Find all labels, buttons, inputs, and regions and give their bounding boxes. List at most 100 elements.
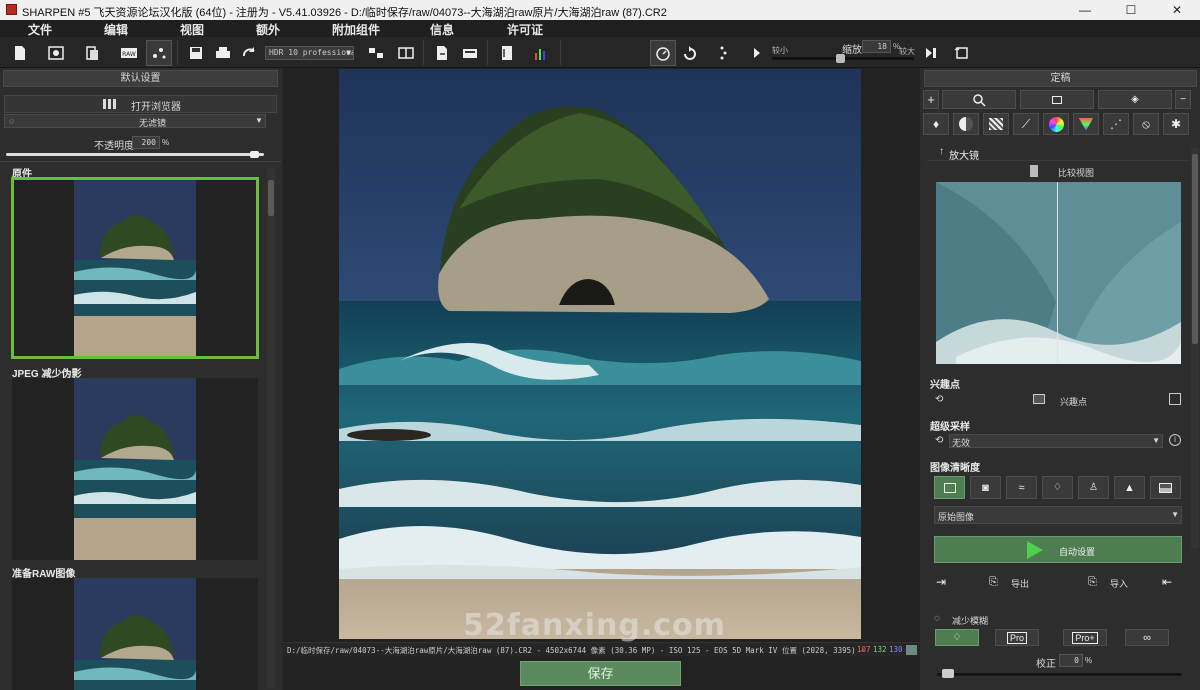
interest-point-toggle-button[interactable]	[1020, 90, 1094, 109]
settings-sparkle-icon[interactable]	[146, 40, 172, 66]
clarity-mode-standard-button[interactable]	[934, 476, 965, 499]
preset-original[interactable]	[11, 177, 259, 359]
no-entry-icon[interactable]: ⦸	[1133, 113, 1159, 135]
line-icon[interactable]: ⟋	[1013, 113, 1039, 135]
opacity-slider-thumb[interactable]	[250, 151, 259, 158]
menu-view[interactable]: 视图	[180, 21, 204, 38]
curve-icon[interactable]: ⋰	[1103, 113, 1129, 135]
gem-icon: ♢	[952, 632, 962, 643]
zoom-out-icon[interactable]	[746, 41, 770, 65]
diamond-toggle-button[interactable]: ◈	[1098, 90, 1172, 109]
auto-settings-button[interactable]: 自动设置	[934, 536, 1182, 563]
filter-select[interactable]: ○ 无滤镜 ▼	[4, 114, 266, 128]
filter-value: 无滤镜	[139, 118, 167, 128]
remove-icon[interactable]: −	[1175, 90, 1191, 109]
diamond-icon[interactable]: ♦	[923, 113, 949, 135]
zoom-slider-thumb[interactable]	[836, 54, 845, 63]
magnifier-preview[interactable]	[936, 182, 1181, 364]
document-icon	[943, 482, 956, 493]
export-button[interactable]: ⎘ 导出	[989, 576, 1029, 590]
redo-icon[interactable]	[678, 41, 702, 65]
magnifier-toggle-button[interactable]	[942, 90, 1016, 109]
blur-mode-proplus-button[interactable]: Pro+	[1063, 629, 1107, 646]
menu-info[interactable]: 信息	[430, 21, 454, 38]
opacity-slider-track[interactable]	[6, 153, 264, 156]
blur-icon: ◌	[934, 613, 940, 624]
blur-mode-standard-button[interactable]: ♢	[935, 629, 979, 646]
aperture-icon[interactable]: ✱	[1163, 113, 1189, 135]
print-icon[interactable]	[211, 41, 235, 65]
preset-prepare-raw[interactable]	[12, 578, 258, 690]
toolbar: RAW HDR 10 professional ▼ 较小 缩放 18 % 较大	[0, 37, 1200, 68]
svg-text:RAW: RAW	[122, 51, 136, 58]
split-view-icon[interactable]	[394, 41, 418, 65]
open-browser-icon[interactable]	[44, 41, 68, 65]
camera-icon[interactable]: ◙	[970, 476, 1001, 499]
menu-addons[interactable]: 附加组件	[332, 21, 380, 38]
import-right-icon[interactable]: ⇤	[1162, 575, 1172, 589]
blur-mode-pro-button[interactable]: Pro	[995, 629, 1039, 646]
zoom-value-field[interactable]: 18	[862, 40, 891, 53]
contrast-icon[interactable]	[953, 113, 979, 135]
rotate-frame-icon[interactable]	[950, 41, 974, 65]
save-button[interactable]: 保存	[520, 661, 681, 686]
raw-icon[interactable]: RAW	[117, 41, 141, 65]
interest-settings-icon[interactable]	[1169, 393, 1181, 405]
compare-layout-icon[interactable]	[364, 41, 388, 65]
batch-icon[interactable]	[458, 41, 482, 65]
magnifier-section-header[interactable]: ↑ 放大镜	[927, 145, 1190, 162]
speed-gauge-icon[interactable]	[650, 40, 676, 66]
menu-file[interactable]: 文件	[28, 21, 52, 38]
reduce-blur-header[interactable]: ◌ 减少模糊	[930, 612, 1192, 628]
reset-icon[interactable]: ⟲	[935, 435, 943, 446]
color-wheel-icon[interactable]	[1043, 113, 1069, 135]
correction-slider-track[interactable]	[937, 673, 1182, 676]
share-icon[interactable]	[238, 41, 262, 65]
color-triangle-icon[interactable]	[1073, 113, 1099, 135]
close-button[interactable]: ✕	[1154, 0, 1200, 20]
default-settings-header[interactable]: 默认设置	[3, 70, 278, 87]
import-button[interactable]: ⎘ 导入	[1088, 576, 1128, 590]
menu-extra[interactable]: 额外	[256, 21, 280, 38]
frame-icon[interactable]	[1033, 394, 1045, 404]
diamond-icon[interactable]: ♢	[1042, 476, 1073, 499]
add-icon[interactable]: +	[923, 90, 939, 109]
supersample-value: 无效	[952, 438, 971, 448]
zoom-in-icon[interactable]	[918, 41, 942, 65]
clarity-mode-select[interactable]: 原始图像 ▼	[934, 506, 1182, 524]
reset-icon[interactable]: ⟲	[935, 394, 943, 405]
correction-slider-thumb[interactable]	[942, 669, 954, 678]
histogram-icon[interactable]	[529, 41, 553, 65]
portrait-icon[interactable]: ♙	[1078, 476, 1109, 499]
noise-icon[interactable]	[983, 113, 1009, 135]
open-browser-button[interactable]: 打开浏览器	[4, 95, 277, 113]
mountain-icon[interactable]: ▲	[1114, 476, 1145, 499]
minimize-button[interactable]: —	[1062, 0, 1108, 20]
info-icon[interactable]: i	[1169, 434, 1181, 446]
wave-icon[interactable]: ≈	[1006, 476, 1037, 499]
compare-toggle-icon[interactable]	[1030, 165, 1038, 177]
chevron-down-icon: ▼	[346, 48, 351, 57]
left-scrollbar[interactable]	[267, 168, 275, 688]
opacity-value-field[interactable]: 200	[132, 136, 160, 149]
document-icon[interactable]	[495, 41, 519, 65]
menu-edit[interactable]: 编辑	[104, 21, 128, 38]
correction-value-field[interactable]: 0	[1059, 654, 1083, 667]
interest-point-title: 兴趣点	[930, 380, 960, 391]
finalize-header[interactable]: 定稿	[924, 70, 1197, 87]
output-profile-select[interactable]: HDR 10 professional ▼	[265, 46, 354, 60]
main-photo[interactable]	[339, 69, 861, 639]
export-left-icon[interactable]: ⇥	[936, 575, 946, 589]
landscape-icon[interactable]	[1150, 476, 1181, 499]
step-icon[interactable]	[710, 41, 734, 65]
blur-mode-infinity-button[interactable]: ∞	[1125, 629, 1169, 646]
export-doc-icon[interactable]	[430, 41, 454, 65]
save-icon[interactable]	[184, 41, 208, 65]
maximize-button[interactable]: ☐	[1108, 0, 1154, 20]
right-scrollbar[interactable]	[1191, 148, 1199, 548]
open-file-icon[interactable]	[80, 41, 104, 65]
menu-license[interactable]: 许可证	[507, 21, 543, 38]
new-file-icon[interactable]	[8, 41, 32, 65]
supersample-select[interactable]: 无效 ▼	[949, 434, 1163, 448]
preset-jpeg-artifacts[interactable]	[12, 378, 258, 560]
